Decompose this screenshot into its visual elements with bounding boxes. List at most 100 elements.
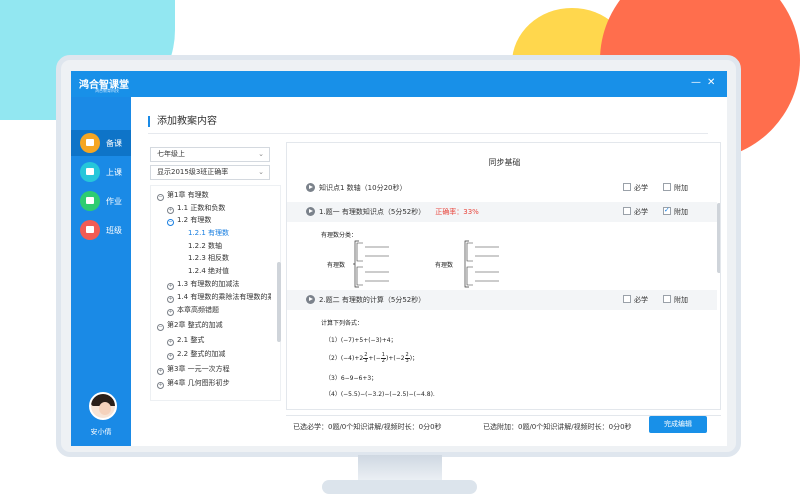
required-checkbox[interactable]: 必学 [623,183,648,193]
content-panel: 同步基础 知识点1 数轴（10分20秒） 必学 附加 1.题一 有理数知识点（5… [286,142,721,410]
expand-icon: + [167,283,174,290]
tree-node[interactable]: −1.2 有理数 [167,215,211,226]
user-name: 安小倩 [90,428,112,436]
required-checkbox[interactable]: 必学 [623,207,648,217]
chevron-down-icon: ⌄ [258,150,264,158]
tree-node-label: 本章高频错题 [177,306,219,314]
tree-node[interactable]: 1.2.2 数轴 [188,241,222,251]
avatar-face [99,402,111,415]
play-icon[interactable] [306,295,315,304]
minimize-button[interactable]: — [691,77,701,89]
checkbox-box [663,295,671,303]
math-line-1: （1）(−7)+5+(−3)+4； [325,337,397,344]
tree-node[interactable]: + 第4章 几何图形初步 [157,378,230,389]
tree-node[interactable]: − 第1章 有理数 [157,190,209,201]
checkbox-label: 必学 [634,296,648,304]
tree-node-label: 1.2.4 绝对值 [188,267,230,275]
checkbox-box [663,183,671,191]
accuracy-rate: 正确率：33% [435,208,479,216]
tree-node-label: 第2章 整式的加减 [167,321,223,329]
app-logo-subtitle: 鸿合教育科技 [95,88,119,93]
play-icon[interactable] [306,183,315,192]
sidebar-item-label: 作业 [106,196,122,206]
tree-node-label: 1.2.1 有理数 [188,229,230,237]
fraction-denominator: 2 [381,358,385,364]
tree-node-label: 2.2 整式的加减 [177,350,226,358]
close-button[interactable]: ✕ [707,77,715,89]
fraction: 23 [404,353,410,364]
checkbox-label: 附加 [674,184,688,192]
app-window: 鸿合智课堂 鸿合教育科技 — ✕ 备课 上课 作业 班级 安小倩 添加教案内容 … [71,71,727,446]
tree-node[interactable]: +1.3 有理数的加减法 [167,279,239,290]
tree-node[interactable]: − 第2章 整式的加减 [157,320,223,331]
tree-node[interactable]: +1.1 正数和负数 [167,203,225,214]
sidebar: 备课 上课 作业 班级 安小倩 ✎ ? ⚙ [71,97,131,446]
checkbox-box [623,207,631,215]
title-bar: 鸿合智课堂 鸿合教育科技 — ✕ [71,71,727,97]
tree-node[interactable]: +1.4 有理数的乘除法有理数的乘... [167,292,271,303]
finish-edit-button[interactable]: 完成编辑 [649,416,707,433]
fraction-denominator: 3 [405,358,409,364]
question-item[interactable]: 2.题二 有理数的计算（5分52秒） 必学 附加 [287,290,717,310]
collapse-icon: − [167,219,174,226]
required-summary: 已选必学：0题/0个知识讲解/视频时长：0分0秒 [293,423,442,431]
checkbox-label: 附加 [674,296,688,304]
required-checkbox[interactable]: 必学 [623,295,648,305]
knowledge-item[interactable]: 知识点1 数轴（10分20秒） 必学 附加 [287,178,717,198]
fraction: 12 [380,353,386,364]
tree-node[interactable]: +2.2 整式的加减 [167,349,225,360]
page-title: 添加教案内容 [148,116,217,127]
book-icon [80,191,100,211]
class-filter-value: 显示2015级3班正确率 [157,168,229,176]
expand-icon: + [167,353,174,360]
tree-node[interactable]: + 本章高频错题 [167,305,219,316]
panel-scrollbar[interactable] [717,203,720,273]
tree-node-label: 1.4 有理数的乘除法有理数的乘... [177,293,271,301]
fraction-denominator: 3 [364,358,368,364]
checkbox-label: 必学 [634,184,648,192]
tree-node[interactable]: +2.1 整式 [167,335,204,346]
sidebar-item-classes[interactable]: 班级 [71,217,131,243]
grade-select[interactable]: 七年级上 ⌄ [150,147,270,162]
question-intro: 计算下列各式： [321,320,364,327]
checkbox-label: 必学 [634,208,648,216]
attach-checkbox[interactable]: 附加 [663,183,688,193]
tree-node-label: 第4章 几何图形初步 [167,379,230,387]
briefcase-icon [80,133,100,153]
attach-checkbox[interactable]: 附加 [663,205,688,217]
tree-node[interactable]: 1.2.3 相反数 [188,253,229,263]
class-filter-select[interactable]: 显示2015级3班正确率 ⌄ [150,165,270,180]
checkbox-box-checked [663,205,671,215]
math-line-3: （3）6−9−6+3； [325,375,378,382]
grid-icon [80,220,100,240]
attach-checkbox[interactable]: 附加 [663,295,688,305]
sidebar-item-homework[interactable]: 作业 [71,188,131,214]
tree-node-selected[interactable]: 1.2.1 有理数 [188,228,229,238]
tree-node-label: 1.2 有理数 [177,216,212,224]
fraction: 23 [363,353,369,364]
tree-node-label: 2.1 整式 [177,336,205,344]
tree-node[interactable]: 1.2.4 绝对值 [188,266,229,276]
question-intro: 有理数分类： [321,232,358,239]
tree-node[interactable]: + 第3章 一元一次方程 [157,364,230,375]
math-line-2-start: （2）(−4)+2 [325,355,364,362]
tree-scrollbar[interactable] [277,262,281,342]
sidebar-item-label: 班级 [106,225,122,235]
tree-node-label: 1.3 有理数的加减法 [177,280,240,288]
avatar[interactable] [89,392,117,420]
play-icon[interactable] [306,207,315,216]
tree-node-label: 第1章 有理数 [167,191,209,199]
checkbox-label: 附加 [674,208,688,216]
tree-node-label: 1.2.2 数轴 [188,242,223,250]
scene: 鸿合智课堂 鸿合教育科技 — ✕ 备课 上课 作业 班级 安小倩 添加教案内容 … [0,0,800,499]
sidebar-item-prepare[interactable]: 备课 [71,130,131,156]
collapse-icon: − [157,324,164,331]
collapse-icon: − [157,194,164,201]
expand-icon: + [167,309,174,316]
sidebar-item-class[interactable]: 上课 [71,159,131,185]
grade-select-value: 七年级上 [157,150,185,158]
monitor-base [322,480,477,494]
monitor-icon [80,162,100,182]
question-item[interactable]: 1.题一 有理数知识点（5分52秒） 正确率：33% 必学 附加 [287,202,717,222]
expand-icon: + [157,368,164,375]
